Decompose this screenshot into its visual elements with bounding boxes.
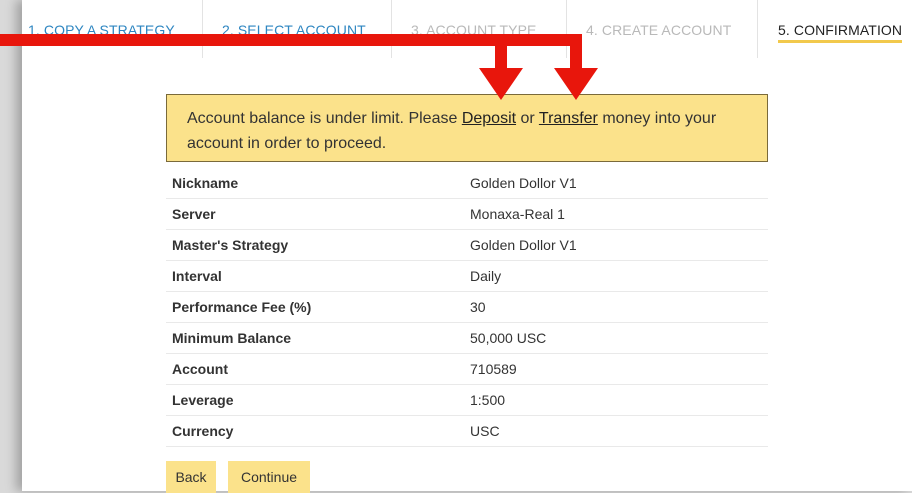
row-label-currency: Currency (172, 423, 234, 439)
row-label-server: Server (172, 206, 216, 222)
table-row: Leverage 1:500 (166, 385, 768, 416)
tab-account-type: 3. ACCOUNT TYPE (411, 22, 537, 38)
row-value-server: Monaxa-Real 1 (470, 206, 565, 222)
tab-divider (391, 0, 392, 58)
row-label-nickname: Nickname (172, 175, 239, 191)
row-value-minimum-balance: 50,000 USC (470, 330, 547, 346)
continue-button[interactable]: Continue (228, 461, 310, 493)
row-label-master-strategy: Master's Strategy (172, 237, 289, 253)
row-value-account: 710589 (470, 361, 517, 377)
table-row: Account 710589 (166, 354, 768, 385)
row-label-leverage: Leverage (172, 392, 234, 408)
deposit-link[interactable]: Deposit (462, 110, 516, 127)
tab-create-account: 4. CREATE ACCOUNT (586, 22, 732, 38)
row-value-performance-fee: 30 (470, 299, 486, 315)
tab-divider (757, 0, 758, 58)
table-row: Minimum Balance 50,000 USC (166, 323, 768, 354)
table-row: Interval Daily (166, 261, 768, 292)
row-label-account: Account (172, 361, 228, 377)
row-value-interval: Daily (470, 268, 502, 284)
tab-divider (202, 0, 203, 58)
row-value-master-strategy: Golden Dollor V1 (470, 237, 577, 253)
row-value-currency: USC (470, 423, 500, 439)
wizard-panel: 1. COPY A STRATEGY 2. SELECT ACCOUNT 3. … (22, 0, 912, 493)
balance-warning-alert: Account balance is under limit. Please D… (166, 94, 768, 162)
account-details-table: Nickname Golden Dollor V1 Server Monaxa-… (166, 168, 768, 447)
wizard-steps: 1. COPY A STRATEGY 2. SELECT ACCOUNT 3. … (22, 0, 912, 58)
row-label-performance-fee: Performance Fee (%) (172, 299, 312, 315)
table-row: Server Monaxa-Real 1 (166, 199, 768, 230)
row-value-nickname: Golden Dollor V1 (470, 175, 577, 191)
table-row: Nickname Golden Dollor V1 (166, 168, 768, 199)
table-row: Master's Strategy Golden Dollor V1 (166, 230, 768, 261)
tab-divider (566, 0, 567, 58)
table-row: Currency USC (166, 416, 768, 447)
tab-confirmation[interactable]: 5. CONFIRMATION (778, 0, 903, 58)
transfer-link[interactable]: Transfer (539, 110, 598, 127)
row-label-minimum-balance: Minimum Balance (172, 330, 292, 346)
table-row: Performance Fee (%) 30 (166, 292, 768, 323)
back-button[interactable]: Back (166, 461, 216, 493)
tab-copy-strategy[interactable]: 1. COPY A STRATEGY (28, 0, 175, 58)
tab-select-account[interactable]: 2. SELECT ACCOUNT (222, 0, 366, 58)
row-value-leverage: 1:500 (470, 392, 506, 408)
row-label-interval: Interval (172, 268, 222, 284)
